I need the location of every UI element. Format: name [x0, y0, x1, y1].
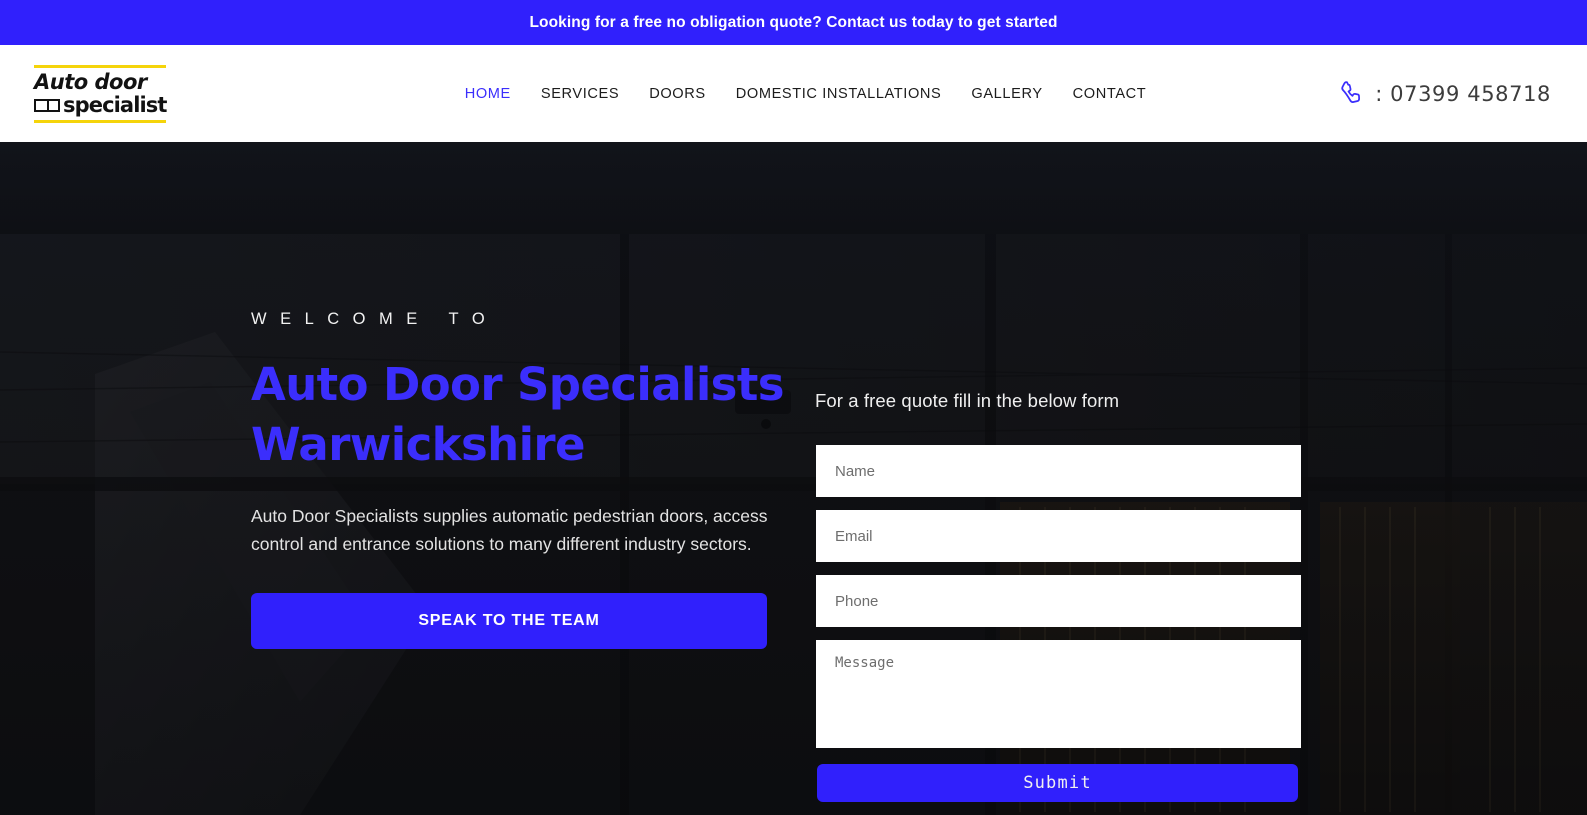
logo-line-2: specialist [63, 92, 167, 117]
nav-item-home[interactable]: HOME [465, 86, 511, 102]
logo-bottom-rule [34, 119, 166, 123]
site-logo[interactable]: Auto door specialist [34, 61, 167, 127]
announcement-bar: Looking for a free no obligation quote? … [0, 0, 1587, 45]
speak-to-the-team-button[interactable]: SPEAK TO THE TEAM [251, 593, 767, 649]
nav-item-contact[interactable]: CONTACT [1073, 86, 1147, 102]
message-textarea[interactable] [816, 640, 1301, 748]
submit-button[interactable]: Submit [817, 764, 1298, 802]
nav-item-services[interactable]: SERVICES [541, 86, 619, 102]
hero-section: WELCOME TO Auto Door Specialists Warwick… [0, 142, 1587, 815]
logo-line-2-row: specialist [34, 92, 167, 117]
logo-top-rule [34, 64, 166, 68]
hero-subtitle: Auto Door Specialists supplies automatic… [251, 506, 768, 554]
door-glyph-icon [34, 98, 60, 112]
nav-item-doors[interactable]: DOORS [649, 86, 706, 102]
page-title: Auto Door Specialists Warwickshire [251, 358, 785, 471]
hero-copy: WELCOME TO Auto Door Specialists Warwick… [251, 310, 811, 649]
main-navigation: HOME SERVICES DOORS DOMESTIC INSTALLATIO… [441, 86, 1147, 102]
logo-line-1: Auto door [34, 69, 147, 94]
nav-item-domestic-installations[interactable]: DOMESTIC INSTALLATIONS [736, 86, 942, 102]
nav-item-gallery[interactable]: GALLERY [971, 86, 1042, 102]
quote-form-heading: For a free quote fill in the below form [815, 390, 1120, 411]
hero-eyebrow: WELCOME TO [251, 310, 499, 328]
header-phone[interactable]: : 07399 458718 [1338, 79, 1551, 109]
quote-form: Submit [816, 445, 1301, 802]
name-input[interactable] [816, 445, 1301, 497]
email-input[interactable] [816, 510, 1301, 562]
phone-number: : 07399 458718 [1375, 81, 1551, 106]
phone-icon [1341, 80, 1361, 103]
phone-input[interactable] [816, 575, 1301, 627]
announcement-text: Looking for a free no obligation quote? … [529, 13, 1058, 31]
site-header: Auto door specialist HOME SERVICES DOORS… [0, 45, 1587, 142]
